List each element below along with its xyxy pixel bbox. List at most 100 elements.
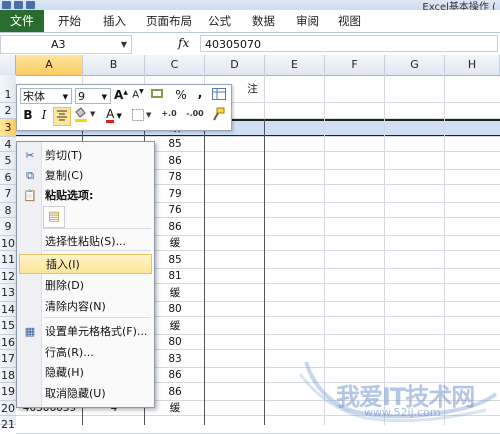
row-header-16[interactable]: 16: [0, 335, 16, 350]
row-header-18[interactable]: 18: [0, 368, 16, 383]
grow-font-button[interactable]: A▲: [114, 88, 128, 102]
paste-option-button[interactable]: ▤: [43, 206, 65, 228]
fill-color-button[interactable]: ▼: [73, 107, 99, 126]
menu-item-label: 删除(D): [45, 279, 85, 292]
menu-item-label: 取消隐藏(U): [45, 387, 106, 400]
tab-formulas[interactable]: 公式: [208, 10, 231, 32]
name-box-value: A3: [51, 38, 66, 51]
svg-text:▼: ▼: [146, 111, 152, 119]
column-header-d[interactable]: D: [205, 55, 265, 75]
row-header-4[interactable]: 4: [0, 137, 16, 152]
svg-text:▼: ▼: [90, 110, 96, 118]
menu-separator: [43, 228, 151, 229]
decrease-decimal-button[interactable]: -.00: [182, 109, 208, 118]
tab-home[interactable]: 开始: [58, 10, 81, 32]
tab-insert[interactable]: 插入: [103, 10, 126, 32]
menu-hide[interactable]: 隐藏(H): [19, 363, 152, 383]
accounting-format-icon[interactable]: [149, 87, 167, 104]
scissors-icon: ✂: [25, 149, 35, 162]
menu-copy[interactable]: ⧉ 复制(C): [19, 166, 152, 186]
shrink-font-button[interactable]: A▼: [131, 88, 145, 100]
menu-paste-special[interactable]: 选择性粘贴(S)...: [19, 232, 152, 252]
menu-item-label: 清除内容(N): [45, 300, 106, 313]
column-header-b[interactable]: B: [83, 55, 145, 75]
row-header-10[interactable]: 10: [0, 236, 16, 251]
tab-view[interactable]: 视图: [338, 10, 361, 32]
row-header-8[interactable]: 8: [0, 203, 16, 218]
tab-page-layout[interactable]: 页面布局: [146, 10, 192, 32]
format-painter-table-icon[interactable]: [211, 88, 227, 103]
row-header-17[interactable]: 17: [0, 350, 16, 368]
chevron-down-icon[interactable]: ▼: [121, 36, 127, 53]
font-size-select[interactable]: 9 ▼: [75, 88, 111, 104]
quick-access-toolbar[interactable]: [2, 0, 35, 9]
menu-item-label: 设置单元格格式(F)...: [45, 325, 148, 338]
menu-paste-options: 📋 粘贴选项:: [19, 186, 152, 206]
row-header-14[interactable]: 14: [0, 302, 16, 317]
menu-format-cells[interactable]: ▦ 设置单元格格式(F)...: [19, 322, 152, 342]
menu-item-label: 行高(R)...: [45, 346, 94, 359]
grow-font-label: A: [114, 88, 124, 102]
row-header-12[interactable]: 12: [0, 269, 16, 284]
format-painter-icon[interactable]: [209, 107, 227, 126]
font-color-button[interactable]: A ▼: [101, 107, 127, 123]
tab-review[interactable]: 审阅: [296, 10, 319, 32]
comma-style-button[interactable]: ,: [195, 86, 205, 100]
row-header-7[interactable]: 7: [0, 185, 16, 203]
column-header-e[interactable]: E: [265, 55, 325, 75]
italic-button[interactable]: I: [37, 108, 51, 122]
title-bar: Excel基本操作 (: [0, 0, 500, 13]
copy-icon: ⧉: [26, 169, 34, 182]
borders-button[interactable]: ▼: [131, 107, 155, 126]
menu-item-label: 剪切(T): [45, 149, 83, 162]
chevron-down-icon[interactable]: ▼: [63, 89, 68, 105]
row-header-3[interactable]: 3: [0, 119, 16, 137]
row-header-13[interactable]: 13: [0, 284, 16, 302]
menu-item-label: 选择性粘贴(S)...: [45, 235, 127, 248]
chevron-down-icon[interactable]: ▼: [102, 89, 107, 105]
row-header-21[interactable]: 21: [0, 416, 16, 431]
menu-row-height[interactable]: 行高(R)...: [19, 343, 152, 363]
select-all-corner[interactable]: [0, 55, 16, 75]
tab-data[interactable]: 数据: [252, 10, 275, 32]
undo-icon[interactable]: [14, 0, 23, 9]
column-header-a[interactable]: A: [16, 55, 83, 75]
insert-function-button[interactable]: fx: [178, 36, 189, 50]
column-header-g[interactable]: G: [385, 55, 445, 75]
menu-unhide[interactable]: 取消隐藏(U): [19, 384, 152, 404]
row-header-1[interactable]: 1: [0, 75, 16, 103]
column-headers: A B C D E F G H: [0, 55, 500, 76]
menu-delete[interactable]: 删除(D): [19, 276, 152, 296]
menu-cut[interactable]: ✂ 剪切(T): [19, 146, 152, 166]
row-header-19[interactable]: 19: [0, 383, 16, 401]
row-header-20[interactable]: 20: [0, 401, 16, 416]
column-header-c[interactable]: C: [145, 55, 205, 75]
tab-file[interactable]: 文件: [0, 10, 44, 32]
menu-insert[interactable]: 插入(I): [19, 254, 152, 274]
row-header-6[interactable]: 6: [0, 170, 16, 185]
font-name-select[interactable]: 宋体 ▼: [20, 88, 72, 104]
formula-input[interactable]: 40305070: [200, 35, 498, 52]
row-header-11[interactable]: 11: [0, 251, 16, 269]
row-header-5[interactable]: 5: [0, 152, 16, 170]
bold-button[interactable]: B: [21, 108, 35, 122]
font-size-value: 9: [78, 90, 85, 103]
formula-bar: A3 ▼ fx 40305070: [0, 33, 500, 56]
center-align-button[interactable]: [53, 107, 71, 126]
font-name-value: 宋体: [23, 90, 45, 103]
row-header-15[interactable]: 15: [0, 317, 16, 335]
row-header-9[interactable]: 9: [0, 218, 16, 236]
save-icon[interactable]: [2, 0, 11, 9]
watermark: 我爱IT技术网 www.52ij.com: [296, 354, 500, 424]
menu-item-label: 粘贴选项:: [45, 189, 94, 202]
row-header-2[interactable]: 2: [0, 103, 16, 119]
cell-d1-note[interactable]: 注: [240, 75, 265, 103]
column-header-f[interactable]: F: [325, 55, 385, 75]
name-box[interactable]: A3 ▼: [0, 35, 132, 54]
increase-decimal-button[interactable]: +.0: [157, 109, 181, 118]
percent-style-button[interactable]: %: [175, 88, 187, 102]
column-header-h[interactable]: H: [445, 55, 500, 75]
redo-icon[interactable]: [26, 0, 35, 9]
table-border-line: [264, 119, 265, 425]
menu-clear-contents[interactable]: 清除内容(N): [19, 297, 152, 317]
